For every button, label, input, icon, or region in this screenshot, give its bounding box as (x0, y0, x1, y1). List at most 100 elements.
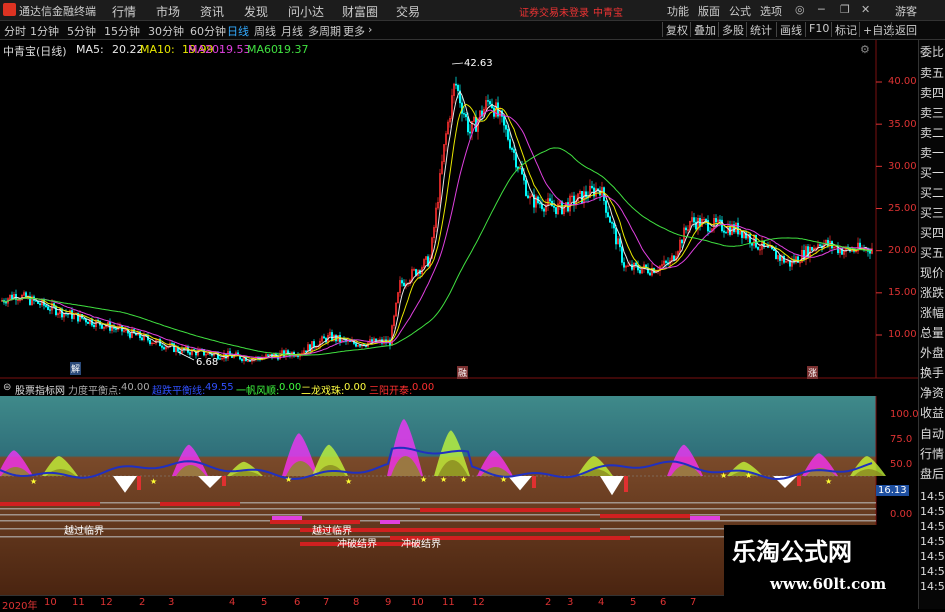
chat-icon[interactable]: ◎ (795, 3, 805, 16)
menu-item-exchange[interactable]: 市场 (156, 3, 180, 20)
indicator-down-bar (532, 476, 536, 488)
sidebar-item[interactable]: 行情 (920, 445, 944, 462)
menu-item-news[interactable]: 资讯 (200, 3, 224, 20)
period-tab-30min[interactable]: 30分钟 (148, 23, 184, 39)
sidebar-item: 收益 (920, 406, 945, 420)
date-tick: 6 (660, 597, 667, 608)
candle-body (219, 358, 221, 360)
candle-body (639, 269, 641, 274)
f10-button[interactable]: F10 (805, 22, 829, 37)
mark-button[interactable]: 标记 (831, 22, 857, 37)
signal-bar (600, 514, 690, 518)
add-watchlist-button[interactable]: +自选 (859, 22, 894, 37)
signal-star-icon: ★ (30, 477, 37, 486)
chevron-right-icon[interactable]: › (368, 23, 372, 36)
candle-body (623, 262, 625, 268)
signal-bar (420, 508, 580, 512)
menu-item-ask[interactable]: 问小达 (288, 3, 324, 20)
signal-star-icon: ★ (345, 477, 352, 486)
candle-body (775, 250, 777, 260)
candle-body (605, 200, 607, 213)
sidebar-item: 总量 (920, 326, 945, 340)
period-tab-monthly[interactable]: 月线 (281, 23, 303, 39)
candle-body (819, 244, 821, 247)
unlock-marker[interactable]: 解 (70, 362, 82, 375)
period-tab-intraday[interactable]: 分时 (4, 23, 26, 39)
candle-body (503, 116, 505, 126)
candle-body (859, 242, 861, 249)
menu-item-fortune[interactable]: 财富圈 (342, 3, 378, 20)
app-title: 通达信金融终端 (19, 5, 96, 18)
date-tick: 2 (139, 597, 146, 608)
menu-item-function[interactable]: 功能 (667, 3, 689, 19)
ma60-line (1, 147, 873, 356)
candle-body (101, 324, 103, 329)
guest-label[interactable]: 游客 (895, 3, 917, 19)
limit-up-marker[interactable]: 涨 (807, 366, 819, 379)
menu-item-market[interactable]: 行情 (112, 3, 136, 20)
candle-body (45, 305, 47, 307)
sidebar-item: 委比 (920, 45, 945, 59)
candle-body (249, 360, 251, 362)
ma5-value: 20.22 (112, 43, 144, 56)
stock-name-top: 中青宝 (593, 8, 623, 19)
date-tick: 2020年 (2, 601, 38, 612)
sidebar-item: 涨跌 (920, 286, 945, 300)
price-tick: 20.00 (888, 245, 917, 256)
date-tick: 11 (442, 597, 455, 608)
ma20-label: MA20: (188, 43, 223, 56)
date-tick: 3 (567, 597, 574, 608)
candle-body (189, 352, 191, 355)
multi-stock-button[interactable]: 多股 (718, 22, 744, 37)
signal-bar (0, 502, 100, 506)
period-tab-15min[interactable]: 15分钟 (104, 23, 140, 39)
sidebar-item: 买一 (920, 166, 945, 180)
sidebar-item[interactable]: 盘后 (920, 465, 944, 482)
close-icon[interactable]: ✕ (861, 3, 870, 16)
signal-star-icon: ★ (500, 475, 507, 484)
indicator-item-label: 一帆风顺: (236, 386, 280, 397)
candle-body (681, 239, 683, 244)
menu-item-formula[interactable]: 公式 (729, 3, 751, 19)
indicator-item-value: 0.00 (344, 382, 367, 393)
high-price-label: 42.63 (464, 58, 493, 69)
menu-item-discover[interactable]: 发现 (244, 3, 268, 20)
sidebar-item: 买三 (920, 206, 945, 220)
signal-star-icon: ★ (440, 475, 447, 484)
restore-icon[interactable]: ❐ (840, 3, 850, 16)
login-warning[interactable]: 证券交易未登录 (519, 4, 589, 19)
menu-item-layout[interactable]: 版面 (698, 3, 720, 19)
period-tab-multi[interactable]: 多周期 (308, 23, 341, 39)
sidebar-item: 涨幅 (920, 306, 945, 320)
minimize-icon[interactable]: ─ (818, 3, 825, 16)
indicator-name[interactable]: 股票指标网 (15, 382, 65, 397)
draw-line-button[interactable]: 画线 (776, 22, 802, 37)
gear-icon[interactable]: ⚙ (860, 43, 870, 56)
menu-item-trade[interactable]: 交易 (396, 3, 420, 20)
indicator-settings-icon[interactable]: ⊜ (3, 382, 11, 393)
statistics-button[interactable]: 统计 (746, 22, 772, 37)
candle-body (749, 234, 751, 244)
price-tick: 25.00 (888, 203, 917, 214)
adjust-button[interactable]: 复权 (662, 22, 688, 37)
date-tick: 6 (294, 597, 301, 608)
candle-body (511, 147, 513, 150)
menu-item-options[interactable]: 选项 (760, 3, 782, 19)
margin-marker[interactable]: 融 (457, 366, 469, 379)
period-tab-more[interactable]: 更多 (343, 23, 365, 39)
overlay-button[interactable]: 叠加 (690, 22, 716, 37)
date-tick: 2 (545, 597, 552, 608)
candle-body (241, 358, 243, 362)
app-logo-icon (3, 3, 16, 16)
sidebar-item: 买二 (920, 186, 945, 200)
kline-chart[interactable]: ★ ★ ★ ★ ★ ★ ★ ★ ★ ★ ★ (0, 40, 918, 609)
period-tab-60min[interactable]: 60分钟 (190, 23, 226, 39)
sidebar-item[interactable]: 自动 (920, 425, 944, 442)
period-tab-1min[interactable]: 1分钟 (30, 23, 59, 39)
candle-body (297, 355, 299, 358)
cross-threshold-label: 越过临界 (64, 526, 104, 537)
period-tab-daily[interactable]: 日线 (227, 23, 249, 39)
period-tab-5min[interactable]: 5分钟 (67, 23, 96, 39)
period-tab-weekly[interactable]: 周线 (254, 23, 276, 39)
back-button[interactable]: 返回 (891, 22, 917, 37)
